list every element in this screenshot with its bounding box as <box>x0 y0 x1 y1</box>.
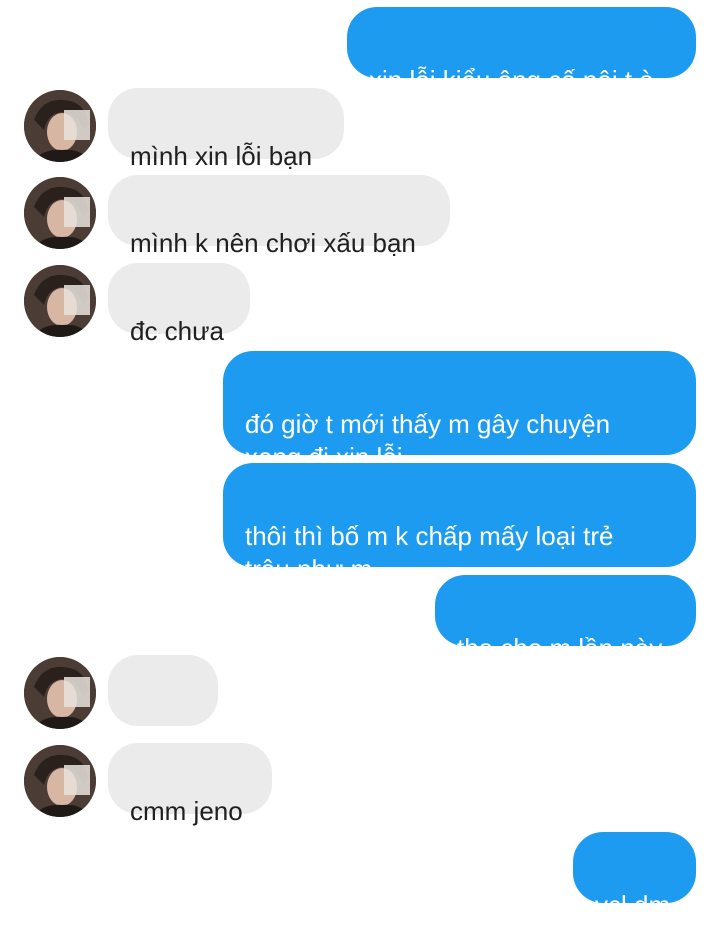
smirking-face-emoji-icon <box>130 711 160 773</box>
avatar-photo-icon <box>24 745 96 817</box>
message-bubble-received[interactable]: cmm jeno <box>108 743 272 826</box>
avatar[interactable] <box>24 177 96 249</box>
avatar[interactable] <box>24 657 96 729</box>
message-bubble-sent[interactable]: đó giờ t mới thấy m gây chuyện xong đi x… <box>223 351 696 472</box>
message-bubble-received[interactable]: đc chưa <box>108 263 250 346</box>
message-text: xin lỗi kiểu ông cố nội t à <box>369 65 654 95</box>
message-bubble-sent[interactable]: xin lỗi kiểu ông cố nội t à <box>347 7 696 95</box>
avatar-photo-icon <box>24 657 96 729</box>
message-text: tha cho m lần này <box>457 633 663 663</box>
avatar-photo-icon <box>24 265 96 337</box>
avatar[interactable] <box>24 745 96 817</box>
avatar[interactable] <box>24 265 96 337</box>
avatar[interactable] <box>24 90 96 162</box>
message-bubble-sent[interactable]: thôi thì bố m k chấp mấy loại trẻ trâu n… <box>223 463 696 584</box>
message-bubble-sent[interactable]: tha cho m lần này <box>435 575 696 663</box>
message-text: đc chưa <box>130 316 225 346</box>
message-text: mình xin lỗi bạn <box>130 141 313 171</box>
avatar-photo-icon <box>24 90 96 162</box>
message-bubble-received[interactable]: mình k nên chơi xấu bạn <box>108 175 450 258</box>
message-bubble-received[interactable]: mình xin lỗi bạn <box>108 88 344 171</box>
message-bubble-received[interactable] <box>108 655 218 806</box>
message-text: vcl dm <box>595 890 671 920</box>
avatar-photo-icon <box>24 177 96 249</box>
message-bubble-sent[interactable]: vcl dm <box>573 832 696 920</box>
chat-thread: xin lỗi kiểu ông cố nội t à mình xin lỗi… <box>0 0 719 926</box>
message-text: cmm jeno <box>130 796 243 826</box>
message-text: mình k nên chơi xấu bạn <box>130 228 416 258</box>
